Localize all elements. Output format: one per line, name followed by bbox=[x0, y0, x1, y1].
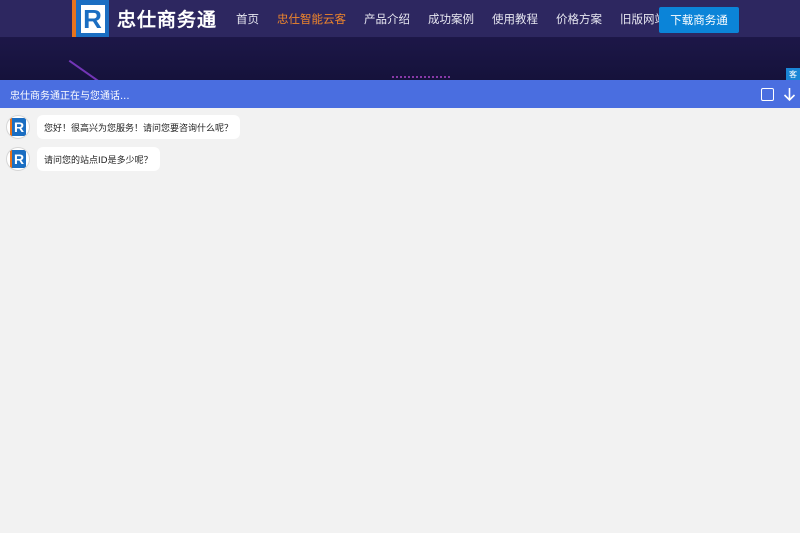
logo-icon: R bbox=[72, 0, 109, 37]
agent-avatar: R bbox=[6, 115, 30, 139]
logo-letter: R bbox=[80, 4, 105, 33]
maximize-button[interactable] bbox=[756, 80, 778, 108]
arrow-down-icon bbox=[783, 87, 795, 101]
nav-item-cases[interactable]: 成功案例 bbox=[428, 11, 474, 27]
minimize-button[interactable] bbox=[778, 80, 800, 108]
message-bubble: 请问您的站点ID是多少呢？ bbox=[37, 147, 160, 171]
main-nav: 首页 忠仕智能云客 产品介绍 成功案例 使用教程 价格方案 旧版网站 bbox=[236, 0, 684, 37]
hero-decoration-dots bbox=[392, 76, 452, 78]
site-logo[interactable]: R 忠仕商务通 bbox=[72, 0, 217, 37]
maximize-icon bbox=[760, 87, 774, 101]
nav-item-pricing[interactable]: 价格方案 bbox=[556, 11, 602, 27]
nav-item-home[interactable]: 首页 bbox=[236, 11, 259, 27]
logo-text: 忠仕商务通 bbox=[117, 9, 218, 31]
chat-window-controls bbox=[756, 80, 800, 108]
site-header: R 忠仕商务通 首页 忠仕智能云客 产品介绍 成功案例 使用教程 价格方案 旧版… bbox=[0, 0, 800, 80]
avatar-letter: R bbox=[10, 118, 26, 136]
nav-item-smart-cloud[interactable]: 忠仕智能云客 bbox=[277, 11, 346, 27]
chat-status-text: 忠仕商务通正在与您通话... bbox=[10, 90, 130, 102]
download-button[interactable]: 下载商务通 bbox=[659, 7, 739, 33]
chat-message-area[interactable]: R 您好！很高兴为您服务！请问您要咨询什么呢？ R 请问您的站点ID是多少呢？ bbox=[0, 108, 800, 533]
message-bubble: 您好！很高兴为您服务！请问您要咨询什么呢？ bbox=[37, 115, 241, 139]
nav-item-products[interactable]: 产品介绍 bbox=[364, 11, 410, 27]
hero-decoration bbox=[68, 59, 100, 80]
chat-message: R 您好！很高兴为您服务！请问您要咨询什么呢？ bbox=[6, 115, 241, 139]
avatar-letter: R bbox=[10, 150, 26, 168]
page: R 忠仕商务通 首页 忠仕智能云客 产品介绍 成功案例 使用教程 价格方案 旧版… bbox=[0, 0, 800, 533]
agent-avatar: R bbox=[6, 147, 30, 171]
chat-titlebar: 忠仕商务通正在与您通话... bbox=[0, 80, 800, 108]
nav-item-tutorials[interactable]: 使用教程 bbox=[492, 11, 538, 27]
chat-message: R 请问您的站点ID是多少呢？ bbox=[6, 147, 160, 171]
